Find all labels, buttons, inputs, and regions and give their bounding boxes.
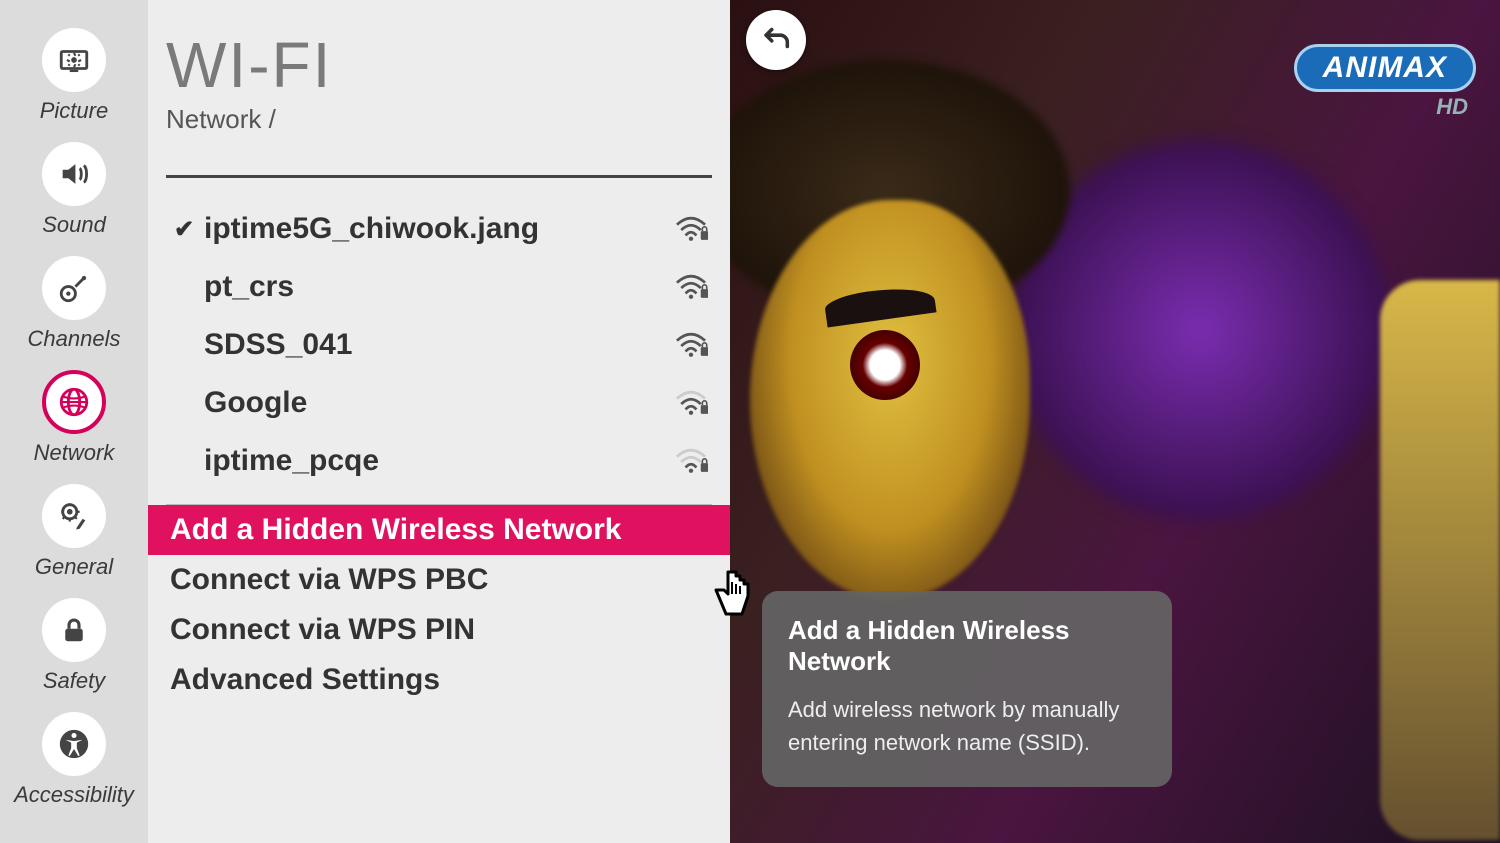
sidebar-item-label: General xyxy=(35,554,113,580)
breadcrumb: Network / xyxy=(148,104,730,135)
tooltip-title: Add a Hidden Wireless Network xyxy=(788,615,1146,677)
wifi-signal-secured-icon xyxy=(666,390,708,416)
sidebar-item-network[interactable]: Network xyxy=(34,370,115,466)
wifi-settings-panel: WI-FI Network / ✔ iptime5G_chiwook.jang … xyxy=(148,0,730,843)
preview-background-shape xyxy=(1380,280,1500,840)
settings-sidebar: Picture Sound Channels Network General S… xyxy=(0,0,148,843)
sidebar-item-label: Sound xyxy=(42,212,106,238)
sidebar-item-picture[interactable]: Picture xyxy=(40,28,108,124)
network-icon xyxy=(42,370,106,434)
help-tooltip: Add a Hidden Wireless Network Add wirele… xyxy=(762,591,1172,787)
wifi-network-item[interactable]: iptime_pcqe xyxy=(166,432,712,490)
sidebar-item-label: Accessibility xyxy=(14,782,134,808)
sidebar-item-label: Safety xyxy=(43,668,105,694)
divider xyxy=(166,175,712,178)
panel-title: WI-FI xyxy=(148,28,730,102)
channel-name: ANIMAX xyxy=(1294,44,1476,92)
option-wps-pin[interactable]: Connect via WPS PIN xyxy=(148,605,730,655)
sidebar-item-label: Picture xyxy=(40,98,108,124)
channel-logo: ANIMAX HD xyxy=(1294,44,1476,120)
wifi-network-item[interactable]: SDSS_041 xyxy=(166,316,712,374)
option-add-hidden-network[interactable]: Add a Hidden Wireless Network xyxy=(148,505,730,555)
wifi-network-item[interactable]: ✔ iptime5G_chiwook.jang xyxy=(166,200,712,258)
sidebar-item-sound[interactable]: Sound xyxy=(42,142,106,238)
preview-background-shape xyxy=(850,330,920,400)
wifi-ssid: iptime_pcqe xyxy=(198,444,666,478)
wifi-signal-secured-icon xyxy=(666,274,708,300)
wifi-options-list: Add a Hidden Wireless Network Connect vi… xyxy=(148,505,730,705)
wifi-network-list: ✔ iptime5G_chiwook.jang pt_crs SDSS_041 … xyxy=(148,196,730,490)
wifi-network-item[interactable]: pt_crs xyxy=(166,258,712,316)
picture-icon xyxy=(42,28,106,92)
safety-icon xyxy=(42,598,106,662)
back-button[interactable] xyxy=(746,10,806,70)
tv-preview-pane: ANIMAX HD Add a Hidden Wireless Network … xyxy=(730,0,1500,843)
sound-icon xyxy=(42,142,106,206)
channels-icon xyxy=(42,256,106,320)
sidebar-item-channels[interactable]: Channels xyxy=(28,256,121,352)
preview-background-shape xyxy=(750,200,1030,600)
sidebar-item-label: Channels xyxy=(28,326,121,352)
sidebar-item-label: Network xyxy=(34,440,115,466)
wifi-signal-secured-icon xyxy=(666,216,708,242)
general-icon xyxy=(42,484,106,548)
back-arrow-icon xyxy=(759,21,793,60)
wifi-ssid: SDSS_041 xyxy=(198,328,666,362)
wifi-network-item[interactable]: Google xyxy=(166,374,712,432)
connected-check-icon: ✔ xyxy=(170,215,198,244)
accessibility-icon xyxy=(42,712,106,776)
sidebar-item-accessibility[interactable]: Accessibility xyxy=(14,712,134,808)
option-advanced-settings[interactable]: Advanced Settings xyxy=(148,655,730,705)
wifi-ssid: pt_crs xyxy=(198,270,666,304)
option-wps-pbc[interactable]: Connect via WPS PBC xyxy=(148,555,730,605)
wifi-ssid: Google xyxy=(198,386,666,420)
wifi-signal-secured-icon xyxy=(666,448,708,474)
channel-quality: HD xyxy=(1436,94,1468,120)
wifi-ssid: iptime5G_chiwook.jang xyxy=(198,212,666,246)
wifi-signal-secured-icon xyxy=(666,332,708,358)
sidebar-item-general[interactable]: General xyxy=(35,484,113,580)
tooltip-body: Add wireless network by manually enterin… xyxy=(788,693,1146,759)
sidebar-item-safety[interactable]: Safety xyxy=(42,598,106,694)
